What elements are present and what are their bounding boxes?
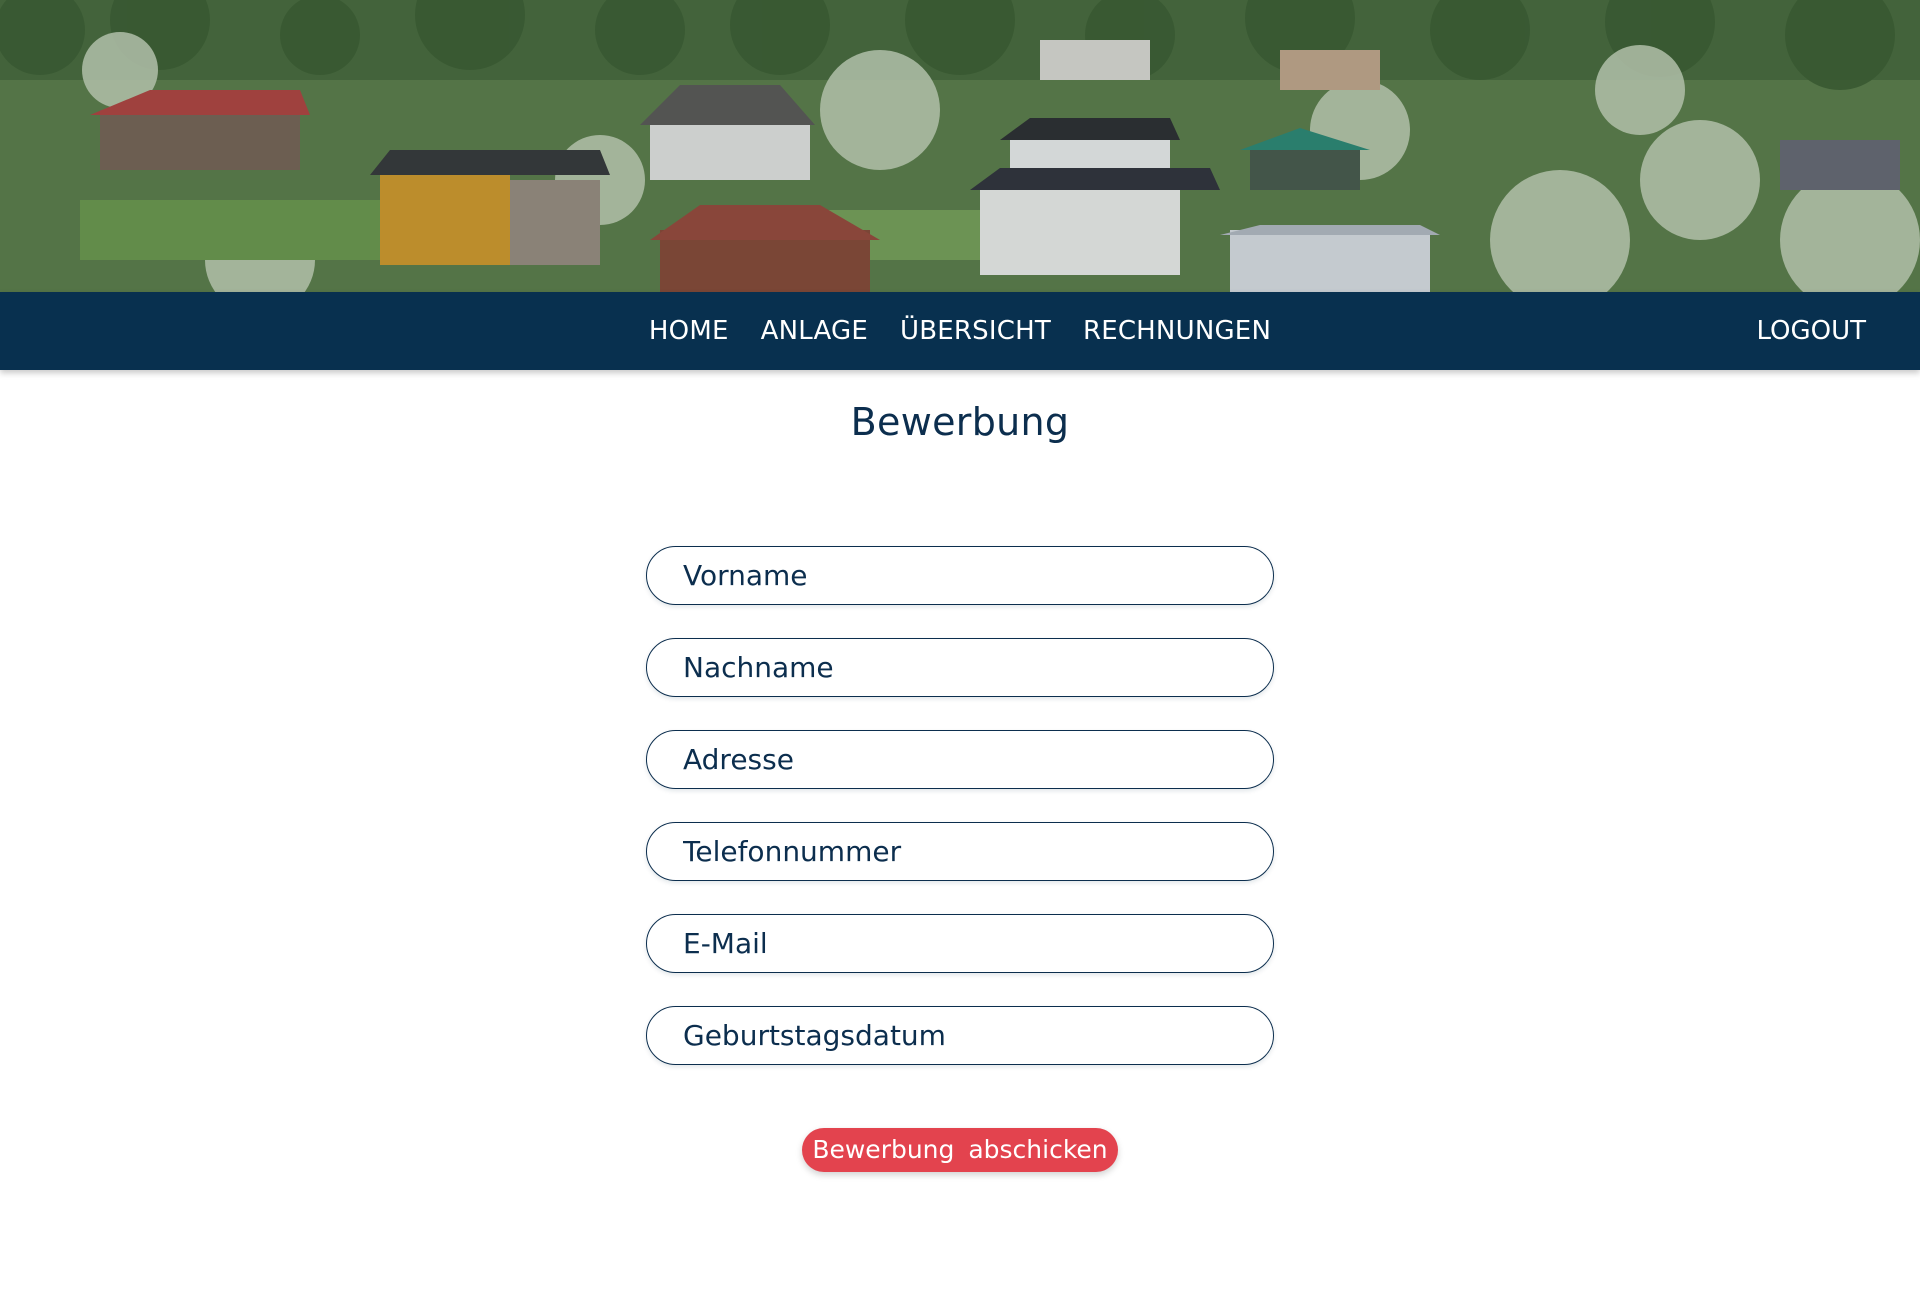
logout-link[interactable]: LOGOUT — [1756, 292, 1866, 370]
main-navbar: HOME ANLAGE ÜBERSICHT RECHNUNGEN LOGOUT — [0, 292, 1920, 370]
nav-menu: HOME ANLAGE ÜBERSICHT RECHNUNGEN — [0, 292, 1920, 370]
email-field[interactable] — [646, 914, 1274, 973]
nav-item-home[interactable]: HOME — [649, 316, 729, 346]
application-form — [646, 546, 1274, 1098]
nav-item-uebersicht[interactable]: ÜBERSICHT — [900, 316, 1051, 346]
page-title: Bewerbung — [850, 400, 1070, 444]
first-name-field[interactable] — [646, 546, 1274, 605]
last-name-field[interactable] — [646, 638, 1274, 697]
nav-item-anlage[interactable]: ANLAGE — [761, 316, 868, 346]
submit-application-button[interactable]: Bewerbung abschicken — [802, 1128, 1118, 1172]
address-field[interactable] — [646, 730, 1274, 789]
submit-container: Bewerbung abschicken — [0, 1128, 1920, 1172]
nav-item-rechnungen[interactable]: RECHNUNGEN — [1083, 316, 1271, 346]
birthdate-field[interactable] — [646, 1006, 1274, 1065]
hero-banner-image — [0, 0, 1920, 292]
phone-field[interactable] — [646, 822, 1274, 881]
